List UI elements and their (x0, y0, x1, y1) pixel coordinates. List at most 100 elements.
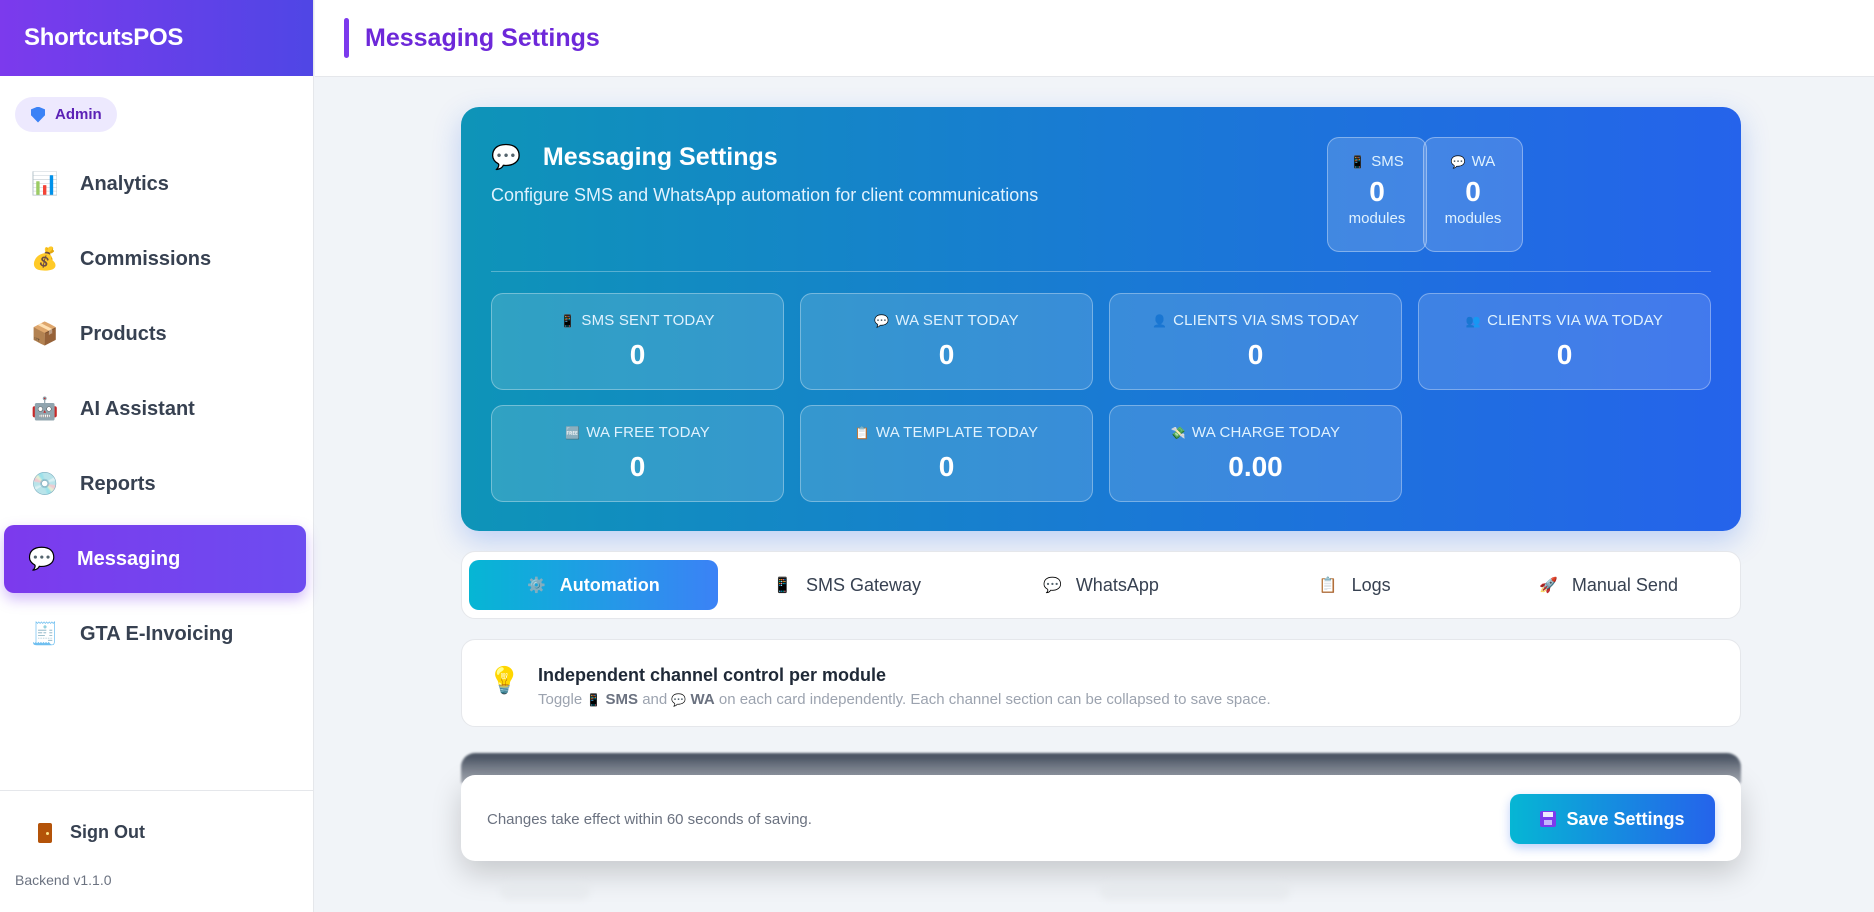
sidebar-item-gta-e-invoicing[interactable]: 🧾 GTA E-Invoicing (4, 600, 306, 668)
stat-value: 0.00 (1228, 451, 1283, 482)
stat-sms-sent-today: 📱 SMS SENT TODAY 0 (491, 293, 784, 390)
stat-value: 0 (629, 451, 646, 482)
bar-chart-icon: 📊 (31, 171, 59, 196)
speech-bubble-icon: 💬 (491, 144, 521, 171)
title-accent-bar (344, 18, 349, 58)
sidebar-item-label: Messaging (77, 547, 181, 570)
user-icon: 👤 (1151, 314, 1168, 328)
money-bag-icon: 💰 (31, 246, 59, 271)
hero-divider (491, 271, 1711, 272)
settings-tabs: ⚙️ Automation 📱 SMS Gateway 💬 WhatsApp 📋… (461, 551, 1741, 619)
speech-bubble-icon: 💬 (1043, 577, 1062, 594)
sidebar-item-label: AI Assistant (80, 397, 195, 420)
speech-bubble-icon: 💬 (1450, 155, 1466, 169)
role-badge-label: Admin (55, 106, 102, 123)
mobile-phone-icon: 📱 (773, 577, 793, 594)
disc-icon: 💿 (31, 471, 59, 496)
light-bulb-icon: 💡 (488, 665, 521, 695)
hero-heading: 💬 Messaging Settings (491, 143, 778, 172)
messaging-hero-card: 💬 Messaging Settings Configure SMS and W… (461, 107, 1741, 531)
clipboard-icon: 📋 (854, 426, 870, 440)
sidebar-item-messaging[interactable]: 💬 Messaging (4, 525, 306, 593)
save-settings-button[interactable]: Save Settings (1510, 794, 1715, 844)
sidebar-item-label: GTA E-Invoicing (80, 622, 234, 645)
module-count-unit: modules (1444, 210, 1502, 227)
stat-wa-free-today: 🆓 WA FREE TODAY 0 (491, 405, 784, 502)
tab-sms-gateway[interactable]: 📱 SMS Gateway (723, 560, 972, 610)
sidebar-item-label: Analytics (80, 172, 169, 195)
wa-modules-count: 💬 WA 0 modules (1423, 137, 1523, 252)
role-badge: Admin (15, 97, 117, 132)
info-title: Independent channel control per module (538, 665, 887, 685)
speech-bubble-icon: 💬 (671, 693, 687, 707)
rocket-icon: 🚀 (1539, 577, 1558, 594)
sidebar-item-label: Reports (80, 472, 156, 495)
sms-channel-label: SMS (605, 691, 639, 708)
hero-title: Messaging Settings (542, 143, 778, 171)
stat-value: 0 (629, 339, 646, 370)
tab-label: Automation (559, 574, 660, 595)
sms-modules-count: 📱 SMS 0 modules (1327, 137, 1427, 252)
module-count-unit: modules (1348, 210, 1406, 227)
sidebar-item-products[interactable]: 📦 Products (4, 300, 306, 368)
users-icon: 👥 (1465, 314, 1482, 328)
money-wings-icon: 💸 (1170, 426, 1186, 440)
sidebar-item-label: Commissions (80, 247, 212, 270)
sidebar-nav: 📊 Analytics 💰 Commissions 📦 Products 🤖 A… (0, 150, 314, 675)
tab-label: Logs (1351, 574, 1391, 595)
sidebar-item-analytics[interactable]: 📊 Analytics (4, 150, 306, 218)
blurred-content (500, 882, 590, 900)
speech-bubble-icon: 💬 (28, 546, 56, 571)
gear-icon: ⚙️ (527, 577, 546, 594)
mobile-phone-icon: 📱 (560, 314, 576, 328)
tab-label: Manual Send (1571, 574, 1678, 595)
module-count-value: 0 (1369, 176, 1385, 207)
stat-value: 0 (1556, 339, 1573, 370)
sidebar-item-label: Products (80, 322, 167, 345)
stat-value: 0 (1247, 339, 1264, 370)
receipt-icon: 🧾 (31, 621, 59, 646)
mobile-phone-icon: 📱 (1350, 155, 1366, 169)
info-description: Toggle 📱 SMS and 💬 WA on each card indep… (538, 691, 1271, 708)
floppy-disk-icon (1540, 811, 1557, 827)
shield-icon (31, 106, 45, 123)
stat-clients-via-sms-today: 👤 CLIENTS VIA SMS TODAY 0 (1109, 293, 1402, 390)
door-icon (38, 822, 52, 843)
sidebar-item-ai-assistant[interactable]: 🤖 AI Assistant (4, 375, 306, 443)
tab-logs[interactable]: 📋 Logs (1230, 560, 1479, 610)
save-note: Changes take effect within 60 seconds of… (487, 811, 812, 828)
wa-channel-label: WA (690, 691, 715, 708)
tab-label: SMS Gateway (806, 574, 922, 595)
blurred-content (1100, 882, 1290, 900)
tab-label: WhatsApp (1075, 574, 1159, 595)
stat-wa-template-today: 📋 WA TEMPLATE TODAY 0 (800, 405, 1093, 502)
tab-manual-send[interactable]: 🚀 Manual Send (1484, 560, 1733, 610)
top-bar: Messaging Settings (315, 0, 1874, 77)
module-count-value: 0 (1465, 176, 1481, 207)
speech-bubble-icon: 💬 (874, 314, 890, 328)
tab-automation[interactable]: ⚙️ Automation (469, 560, 718, 610)
free-tag-icon: 🆓 (565, 426, 581, 440)
stat-wa-charge-today: 💸 WA CHARGE TODAY 0.00 (1109, 405, 1402, 502)
mobile-phone-icon: 📱 (586, 693, 602, 707)
save-button-label: Save Settings (1566, 808, 1685, 829)
sidebar: ShortcutsPOS Admin 📊 Analytics 💰 Commiss… (0, 0, 314, 912)
stat-clients-via-wa-today: 👥 CLIENTS VIA WA TODAY 0 (1418, 293, 1711, 390)
save-bar: Changes take effect within 60 seconds of… (461, 775, 1741, 861)
stat-value: 0 (938, 339, 955, 370)
version-label: Backend v1.1.0 (15, 872, 112, 888)
package-icon: 📦 (31, 321, 59, 346)
brand-logo[interactable]: ShortcutsPOS (0, 0, 313, 76)
sidebar-footer: Sign Out (0, 790, 314, 843)
sidebar-item-commissions[interactable]: 💰 Commissions (4, 225, 306, 293)
info-card: 💡 Independent channel control per module… (461, 639, 1741, 727)
robot-icon: 🤖 (31, 396, 59, 421)
stat-wa-sent-today: 💬 WA SENT TODAY 0 (800, 293, 1093, 390)
tab-whatsapp[interactable]: 💬 WhatsApp (977, 560, 1226, 610)
clipboard-icon: 📋 (1318, 577, 1338, 594)
page-title: Messaging Settings (365, 23, 600, 52)
sidebar-item-reports[interactable]: 💿 Reports (4, 450, 306, 518)
sign-out-button[interactable]: Sign Out (0, 791, 314, 843)
sign-out-label: Sign Out (70, 822, 145, 842)
stat-value: 0 (938, 451, 955, 482)
